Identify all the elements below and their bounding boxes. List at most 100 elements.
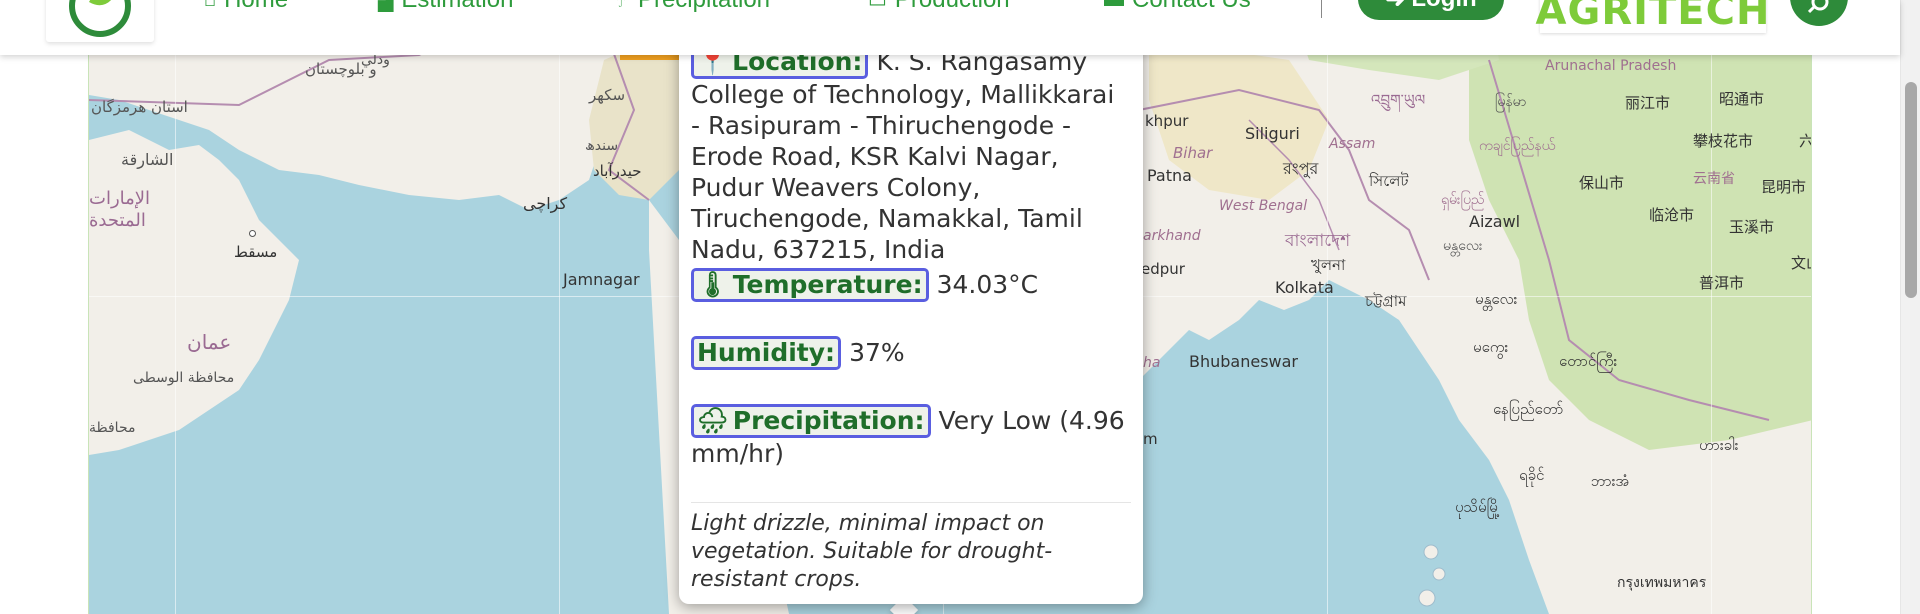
map-label: 普洱市	[1699, 274, 1745, 292]
map-label: arkhand	[1143, 228, 1201, 244]
humidity-label: Humidity:	[697, 338, 836, 367]
map-label: Patna	[1147, 166, 1192, 185]
map-label: 丽江市	[1625, 94, 1671, 112]
humidity-tag: Humidity:	[691, 336, 842, 370]
map-label: ရခိုင်	[1519, 466, 1545, 484]
map-label: 玉溪市	[1729, 218, 1775, 236]
map-label: edpur	[1141, 260, 1185, 278]
nav-precipitation[interactable]: ☂ Precipitation	[612, 0, 770, 14]
nav-contact-label: Contact Us	[1132, 0, 1251, 14]
home-icon: ⌂	[204, 0, 216, 12]
nav-production[interactable]: ▭ Production	[868, 0, 1010, 14]
humidity-value: 37%	[849, 338, 905, 367]
humidity-row: Humidity: 37%	[691, 336, 905, 370]
search-icon	[1808, 0, 1829, 14]
site-logo[interactable]	[46, 0, 154, 42]
nav-precipitation-label: Precipitation	[638, 0, 770, 14]
map-label: المتحدة	[89, 210, 146, 231]
login-button[interactable]: ➜ Login	[1358, 0, 1504, 20]
map-label: محافظة الوسطى	[133, 370, 235, 386]
temperature-row: 🌡 Temperature: 34.03°C	[691, 268, 1038, 302]
map-label: Aizawl	[1469, 212, 1521, 231]
scrollbar-thumb[interactable]	[1905, 82, 1917, 298]
map-label: Bhubaneswar	[1189, 352, 1299, 371]
brand-text: AGRITECH	[1535, 0, 1771, 34]
map-label: Arunachal Pradesh	[1545, 58, 1677, 74]
map-label: 攀枝花市	[1693, 132, 1754, 150]
nav-contact[interactable]: ▬ Contact Us	[1104, 0, 1251, 14]
map-label: 云南省	[1693, 171, 1735, 187]
map-label: محافظة	[89, 420, 136, 436]
login-label: Login	[1411, 0, 1476, 13]
top-navbar: ⌂ Home ▟ Estimation ☂ Precipitation ▭ Pr…	[0, 0, 1900, 55]
map-label: ရှမ်းပြည်	[1441, 192, 1485, 208]
weather-popup: 📍 Location: K. S. Rangasamy College of T…	[679, 30, 1143, 604]
map-label: 昆明市	[1761, 178, 1807, 196]
production-icon: ▭	[868, 0, 887, 12]
map-label: Bihar	[1173, 144, 1213, 162]
city-marker	[249, 230, 256, 237]
map-label: Kolkata	[1275, 278, 1334, 297]
nav-divider	[1321, 0, 1322, 18]
map-label: West Bengal	[1219, 198, 1308, 214]
temperature-label: Temperature:	[732, 270, 923, 299]
temperature-value: 34.03°C	[936, 270, 1039, 299]
map-label: عمان	[187, 330, 232, 354]
map-label: မကွေး	[1473, 338, 1509, 356]
popup-divider	[691, 502, 1131, 503]
vertical-scrollbar[interactable]	[1900, 0, 1920, 614]
nav-home[interactable]: ⌂ Home	[204, 0, 288, 14]
map-label: 文山	[1791, 254, 1811, 272]
map-label: সিলেট	[1369, 172, 1409, 190]
map-label: กรุงเทพมหาคร	[1617, 575, 1707, 591]
map-label: الشارقة	[121, 150, 174, 169]
map-label: Assam	[1329, 136, 1376, 152]
brand-logo[interactable]: AGRITECH	[1536, 0, 1769, 33]
map-label: استان هرمزگان	[91, 98, 188, 116]
map-label: سکھر	[589, 86, 626, 104]
search-button[interactable]	[1790, 0, 1848, 26]
login-icon: ➜	[1385, 0, 1405, 14]
map-label: မြန်မာ	[1495, 94, 1527, 110]
location-row: 📍 Location: K. S. Rangasamy College of T…	[691, 45, 1131, 265]
map-label: ကချင်ပြည်နယ်	[1479, 138, 1556, 154]
map-label: m	[1143, 430, 1158, 448]
nav-estimation-label: Estimation	[401, 0, 513, 14]
map-label: 保山市	[1579, 174, 1625, 192]
contact-icon: ▬	[1104, 0, 1124, 12]
thermometer-icon: 🌡	[697, 270, 729, 299]
map-label: 六	[1799, 130, 1811, 151]
map-label: တောင်ကြီး	[1559, 352, 1618, 370]
map-label: འབྲུག་ཡུལ	[1371, 91, 1426, 109]
map-label: မန္တလေး	[1475, 290, 1518, 308]
map-label: বাংলাদেশ	[1285, 231, 1351, 251]
map-label: ဟားခါး	[1699, 436, 1739, 454]
nav-estimation[interactable]: ▟ Estimation	[378, 0, 513, 14]
leaf-logo-icon	[69, 0, 131, 37]
page: و بلوچستان استان هرمزگان الشارقة الإمارا…	[0, 0, 1920, 614]
map-label: Siliguri	[1245, 124, 1300, 143]
map-label: နေပြည်တော်	[1493, 400, 1564, 418]
map-label: ဘားအံ	[1591, 472, 1630, 490]
map-label: کراچی	[523, 194, 568, 213]
rain-cloud-icon: 🌧	[697, 406, 729, 435]
chart-icon: ▟	[378, 0, 394, 12]
precipitation-description: Light drizzle, minimal impact on vegetat…	[691, 511, 1053, 592]
location-value: K. S. Rangasamy College of Technology, M…	[691, 47, 1115, 264]
rain-icon: ☂	[612, 0, 630, 12]
map-label: Jamnagar	[563, 270, 640, 289]
precipitation-label: Precipitation:	[732, 406, 925, 435]
map-label: ပုသိမ်မြို့	[1455, 498, 1501, 516]
map-label: 临沧市	[1649, 206, 1695, 224]
map-label: ha	[1143, 355, 1161, 371]
nav-home-label: Home	[224, 0, 288, 14]
map-label: khpur	[1145, 112, 1189, 130]
map-label: 昭通市	[1719, 90, 1765, 108]
map-label: الإمارات	[89, 188, 151, 209]
precipitation-tag: 🌧 Precipitation:	[691, 404, 931, 438]
map-label: مسقط	[234, 243, 278, 261]
temperature-tag: 🌡 Temperature:	[691, 268, 929, 302]
map-label: حیدرآباد	[593, 162, 642, 180]
nav-production-label: Production	[895, 0, 1010, 14]
map-label: سندھ	[585, 138, 619, 154]
